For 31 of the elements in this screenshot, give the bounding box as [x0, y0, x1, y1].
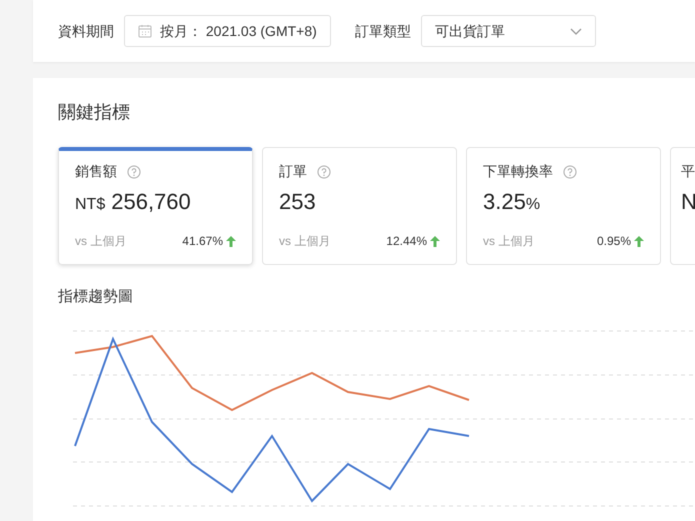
- metric-card[interactable]: 平 N: [670, 147, 695, 265]
- metric-value: N: [681, 188, 695, 216]
- filter-label: 資料期間: [58, 22, 114, 40]
- help-icon[interactable]: [563, 164, 577, 178]
- metric-value: 253: [279, 188, 316, 216]
- compare-label: vs 上個月: [483, 233, 534, 250]
- calendar-icon: [138, 24, 152, 38]
- change-value: 0.95%: [596, 233, 631, 250]
- compare-label: vs 上個月: [279, 233, 330, 250]
- chart-title: 指標趨勢圖: [58, 287, 134, 307]
- metric-title: 銷售額: [75, 162, 117, 181]
- section-title: 關鍵指標: [58, 101, 131, 124]
- order-type-select[interactable]: 可出貨訂單: [420, 15, 596, 47]
- metric-value: 256,760: [111, 188, 191, 216]
- metric-card[interactable]: 銷售額 NT$ 256,760 vs 上個月 41.67%: [58, 147, 253, 265]
- metric-title: 訂單: [279, 162, 307, 181]
- date-picker[interactable]: 按月： 2021.03 (GMT+8): [124, 15, 331, 47]
- metric-value: 3.25: [483, 188, 526, 216]
- filter-label: 訂單類型: [354, 22, 411, 40]
- compare-label: vs 上個月: [75, 233, 126, 250]
- metric-card[interactable]: 下單轉換率 3.25% vs 上個月 0.95%: [466, 147, 661, 265]
- change-value: 12.44%: [386, 233, 427, 250]
- metric-card[interactable]: 訂單 253 vs 上個月 12.44%: [262, 147, 457, 265]
- percent-suffix: %: [526, 195, 540, 215]
- change-value: 41.67%: [182, 233, 223, 250]
- help-icon[interactable]: [127, 164, 141, 178]
- metric-title: 下單轉換率: [483, 162, 553, 181]
- chevron-down-icon: [570, 28, 582, 34]
- currency-prefix: NT$: [75, 195, 106, 215]
- metric-title: 平: [681, 162, 695, 181]
- help-icon[interactable]: [317, 164, 331, 178]
